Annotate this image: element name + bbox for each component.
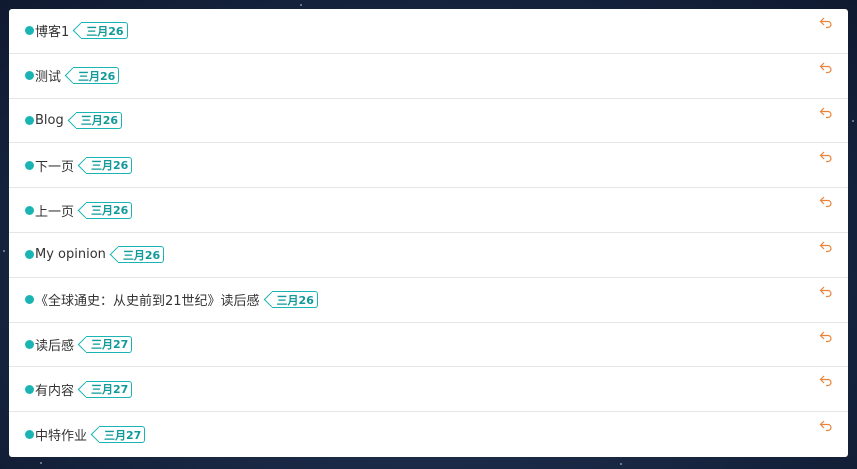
article-title[interactable]: 读后感 xyxy=(35,335,74,354)
reply-icon[interactable] xyxy=(819,420,833,432)
bullet-dot-icon xyxy=(25,295,34,305)
bullet-dot-icon xyxy=(25,115,34,125)
date-tag: 三月26 xyxy=(75,111,123,129)
reply-icon[interactable] xyxy=(819,241,833,253)
list-item[interactable]: 中特作业 三月27 xyxy=(9,412,848,457)
date-tag: 三月26 xyxy=(117,246,165,264)
article-title[interactable]: 博客1 xyxy=(35,21,69,40)
list-item[interactable]: 《全球通史：从史前到21世纪》读后感 三月26 xyxy=(9,278,848,323)
reply-icon[interactable] xyxy=(819,375,833,387)
date-tag: 三月27 xyxy=(86,335,133,353)
date-tag: 三月27 xyxy=(86,380,133,398)
list-item[interactable]: 下一页 三月26 xyxy=(9,143,848,189)
article-title[interactable]: 有内容 xyxy=(35,380,74,399)
reply-icon[interactable] xyxy=(819,196,833,208)
article-title[interactable]: 测试 xyxy=(35,66,61,85)
list-item[interactable]: Blog 三月26 xyxy=(9,99,848,144)
date-tag: 三月26 xyxy=(86,201,133,219)
background-star xyxy=(300,4,302,6)
list-item[interactable]: 读后感 三月27 xyxy=(9,323,848,368)
reply-icon[interactable] xyxy=(819,107,833,119)
article-list-panel: 博客1 三月26 测试 三月26 Blog 三月26 下一页 三月26 上一页 … xyxy=(9,9,848,457)
date-tag: 三月26 xyxy=(86,156,133,174)
article-title[interactable]: 上一页 xyxy=(35,201,74,220)
article-title[interactable]: 中特作业 xyxy=(35,425,87,444)
list-item[interactable]: 上一页 三月26 xyxy=(9,188,848,233)
reply-icon[interactable] xyxy=(819,17,833,29)
reply-icon[interactable] xyxy=(819,331,833,343)
bullet-dot-icon xyxy=(25,26,34,36)
bullet-dot-icon xyxy=(25,205,34,215)
date-tag: 三月26 xyxy=(271,291,318,309)
article-title[interactable]: 下一页 xyxy=(35,156,74,175)
list-item[interactable]: 博客1 三月26 xyxy=(9,9,848,54)
background-star xyxy=(40,462,42,464)
article-title[interactable]: Blog xyxy=(35,113,64,128)
bullet-dot-icon xyxy=(25,339,34,349)
list-item[interactable]: My opinion 三月26 xyxy=(9,233,848,278)
bullet-dot-icon xyxy=(25,160,34,170)
bullet-dot-icon xyxy=(25,430,34,440)
bullet-dot-icon xyxy=(25,384,34,394)
date-tag: 三月26 xyxy=(73,67,120,85)
background-star xyxy=(3,250,5,252)
list-item[interactable]: 测试 三月26 xyxy=(9,54,848,99)
list-item[interactable]: 有内容 三月27 xyxy=(9,367,848,413)
background-star xyxy=(620,463,622,465)
date-tag: 三月27 xyxy=(99,426,146,444)
bullet-dot-icon xyxy=(25,250,34,260)
bullet-dot-icon xyxy=(25,71,34,81)
reply-icon[interactable] xyxy=(819,286,833,298)
background-star xyxy=(852,120,854,122)
reply-icon[interactable] xyxy=(819,151,833,163)
reply-icon[interactable] xyxy=(819,62,833,74)
article-title[interactable]: My opinion xyxy=(35,247,106,262)
article-title[interactable]: 《全球通史：从史前到21世纪》读后感 xyxy=(35,290,260,309)
date-tag: 三月26 xyxy=(81,22,128,40)
